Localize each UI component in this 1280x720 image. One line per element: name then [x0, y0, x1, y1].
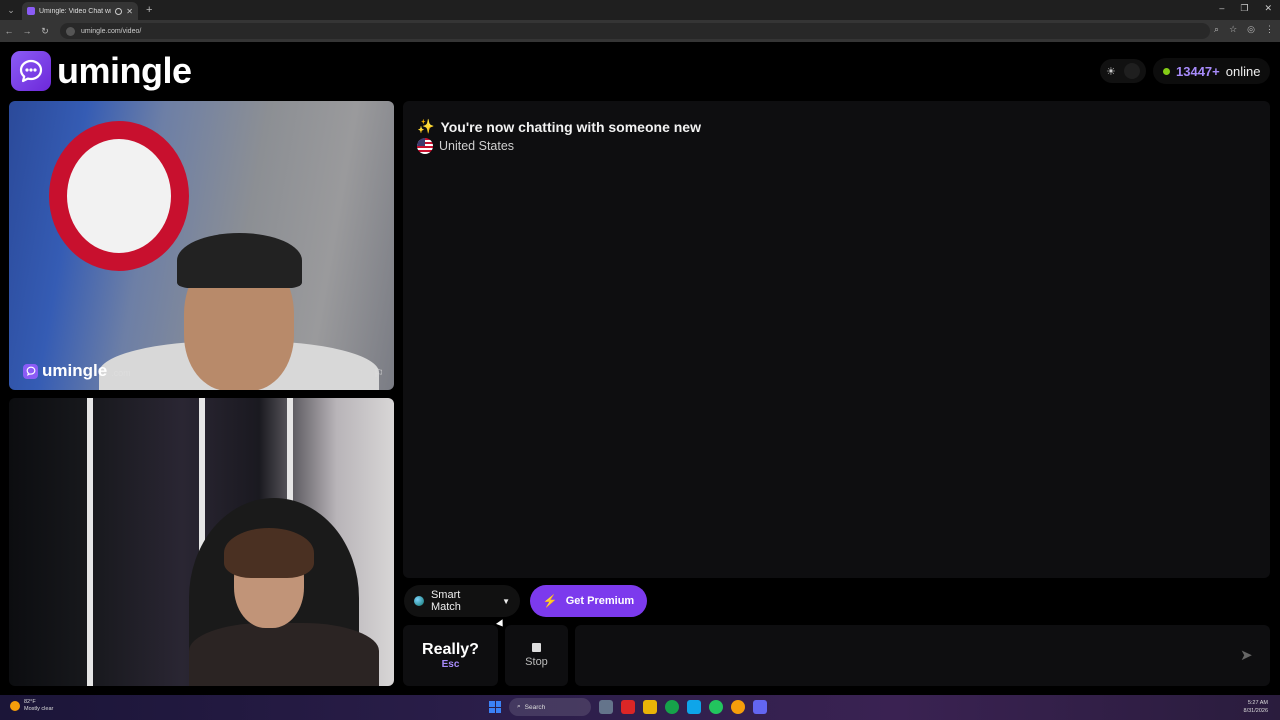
taskbar-search[interactable]: ⌕ Search	[509, 698, 591, 716]
lightning-icon: ⚡	[542, 594, 558, 608]
us-flag-icon	[417, 138, 433, 154]
back-icon[interactable]: ←	[0, 26, 18, 36]
skip-shortcut: Esc	[441, 659, 460, 670]
country-name: United States	[439, 139, 515, 153]
mouse-cursor	[496, 619, 506, 629]
search-icon: ⌕	[517, 703, 521, 710]
premium-label: Get Premium	[565, 595, 635, 607]
profile-icon[interactable]: ◎	[1247, 24, 1255, 35]
address-bar-actions: ⌕ ☆ ◎ ⋮	[1214, 24, 1274, 35]
tab-search-icon[interactable]: ⌄	[0, 0, 22, 20]
sun-icon: ☀	[1106, 65, 1116, 78]
globe-icon	[414, 596, 424, 606]
caret-down-icon: ▼	[502, 596, 510, 606]
chat-bubble-logo-icon	[11, 51, 51, 91]
clock-time: 5:27 AM	[1247, 700, 1268, 706]
windows-start-icon[interactable]	[489, 701, 501, 713]
url-field[interactable]: umingle.com/video/	[60, 23, 1210, 39]
umingle-favicon-icon	[27, 7, 35, 15]
skip-button[interactable]: Really? Esc	[403, 625, 498, 686]
browser-tab[interactable]: Umingle: Video Chat with S ✕	[22, 2, 138, 20]
get-premium-button[interactable]: ⚡ Get Premium	[530, 585, 647, 617]
search-label: Search	[524, 703, 546, 711]
toggle-knob	[1124, 63, 1140, 79]
online-status-dot	[1163, 67, 1170, 75]
watermark-logo-icon	[23, 363, 38, 379]
smart-match-dropdown[interactable]: Smart Match ▼	[404, 585, 520, 617]
bookmark-star-icon[interactable]: ☆	[1229, 24, 1237, 35]
window-controls: – ❐ ✕	[1219, 3, 1272, 14]
skip-label: Really?	[422, 641, 479, 658]
cubs-banner-image	[49, 121, 189, 271]
report-flag-icon[interactable]: ⚐	[373, 366, 384, 380]
weather-moon-icon	[10, 701, 20, 711]
sparkles-icon: ✨	[417, 118, 435, 134]
address-bar: ← → ↻ umingle.com/video/ ⌕ ☆ ◎ ⋮	[0, 20, 1280, 42]
taskbar-apps: ⌕ Search	[489, 698, 767, 716]
message-input[interactable]	[575, 625, 1270, 686]
partner-country: United States	[417, 138, 514, 154]
remote-video: umingle .com ⚐	[9, 101, 394, 390]
online-count: 13447+	[1176, 63, 1220, 79]
window-frame	[87, 398, 93, 686]
weather-temp: 82°F	[24, 699, 36, 705]
remote-person-cap	[177, 233, 302, 288]
close-tab-icon[interactable]: ✕	[126, 7, 133, 16]
self-person-shirt	[189, 623, 379, 686]
browser-tab-bar: ⌄ Umingle: Video Chat with S ✕ + – ❐ ✕	[0, 0, 1280, 20]
close-window-icon[interactable]: ✕	[1264, 3, 1272, 14]
online-label: online	[1225, 63, 1261, 79]
minimize-icon[interactable]: –	[1219, 3, 1224, 14]
stop-button[interactable]: Stop	[505, 625, 568, 686]
app-red-icon[interactable]	[621, 700, 635, 714]
send-icon[interactable]: ➤	[1240, 646, 1253, 664]
new-tab-icon[interactable]: +	[146, 4, 152, 16]
file-explorer-icon[interactable]	[643, 700, 657, 714]
weather-widget[interactable]: 82°F Mostly clear	[10, 699, 53, 713]
system-message-text: You're now chatting with someone new	[440, 118, 701, 135]
app-blue-icon[interactable]	[687, 700, 701, 714]
zoom-icon[interactable]: ⌕	[1214, 24, 1219, 35]
online-count-badge: 13447+ online	[1153, 58, 1271, 84]
theme-toggle[interactable]: ☀	[1100, 59, 1146, 83]
site-info-icon[interactable]	[66, 26, 75, 36]
system-clock[interactable]: 5:27 AM 8/31/2026	[1244, 699, 1268, 715]
system-message: ✨ You're now chatting with someone new	[417, 118, 701, 135]
logo-text: umingle	[57, 50, 192, 91]
weather-desc: Mostly clear	[24, 706, 54, 712]
stop-icon	[532, 643, 541, 652]
windows-taskbar: 82°F Mostly clear ⌕ Search 5:27 AM 8/31/…	[0, 695, 1280, 720]
chat-panel: ✨ You're now chatting with someone new U…	[403, 101, 1270, 578]
menu-dots-icon[interactable]: ⋮	[1265, 24, 1274, 35]
watermark-text: umingle	[42, 361, 108, 380]
url-text: umingle.com/video/	[81, 27, 142, 35]
reload-icon[interactable]: ↻	[36, 26, 54, 37]
tab-title: Umingle: Video Chat with S	[39, 7, 112, 15]
discord-icon[interactable]	[753, 700, 767, 714]
chrome-active-icon[interactable]	[731, 700, 745, 714]
umingle-logo[interactable]: umingle	[11, 50, 192, 92]
task-view-icon[interactable]	[599, 700, 613, 714]
self-video	[9, 398, 394, 686]
chrome-icon[interactable]	[665, 700, 679, 714]
spotify-icon[interactable]	[709, 700, 723, 714]
recording-icon	[115, 7, 123, 15]
stop-label: Stop	[525, 656, 548, 668]
watermark-domain: .com	[111, 368, 131, 378]
forward-icon[interactable]: →	[18, 26, 36, 36]
smart-match-label: Smart Match	[430, 589, 461, 613]
clock-date: 8/31/2026	[1243, 708, 1268, 714]
video-watermark: umingle .com	[23, 361, 131, 381]
self-person-hair	[224, 528, 314, 578]
restore-icon[interactable]: ❐	[1240, 3, 1248, 14]
